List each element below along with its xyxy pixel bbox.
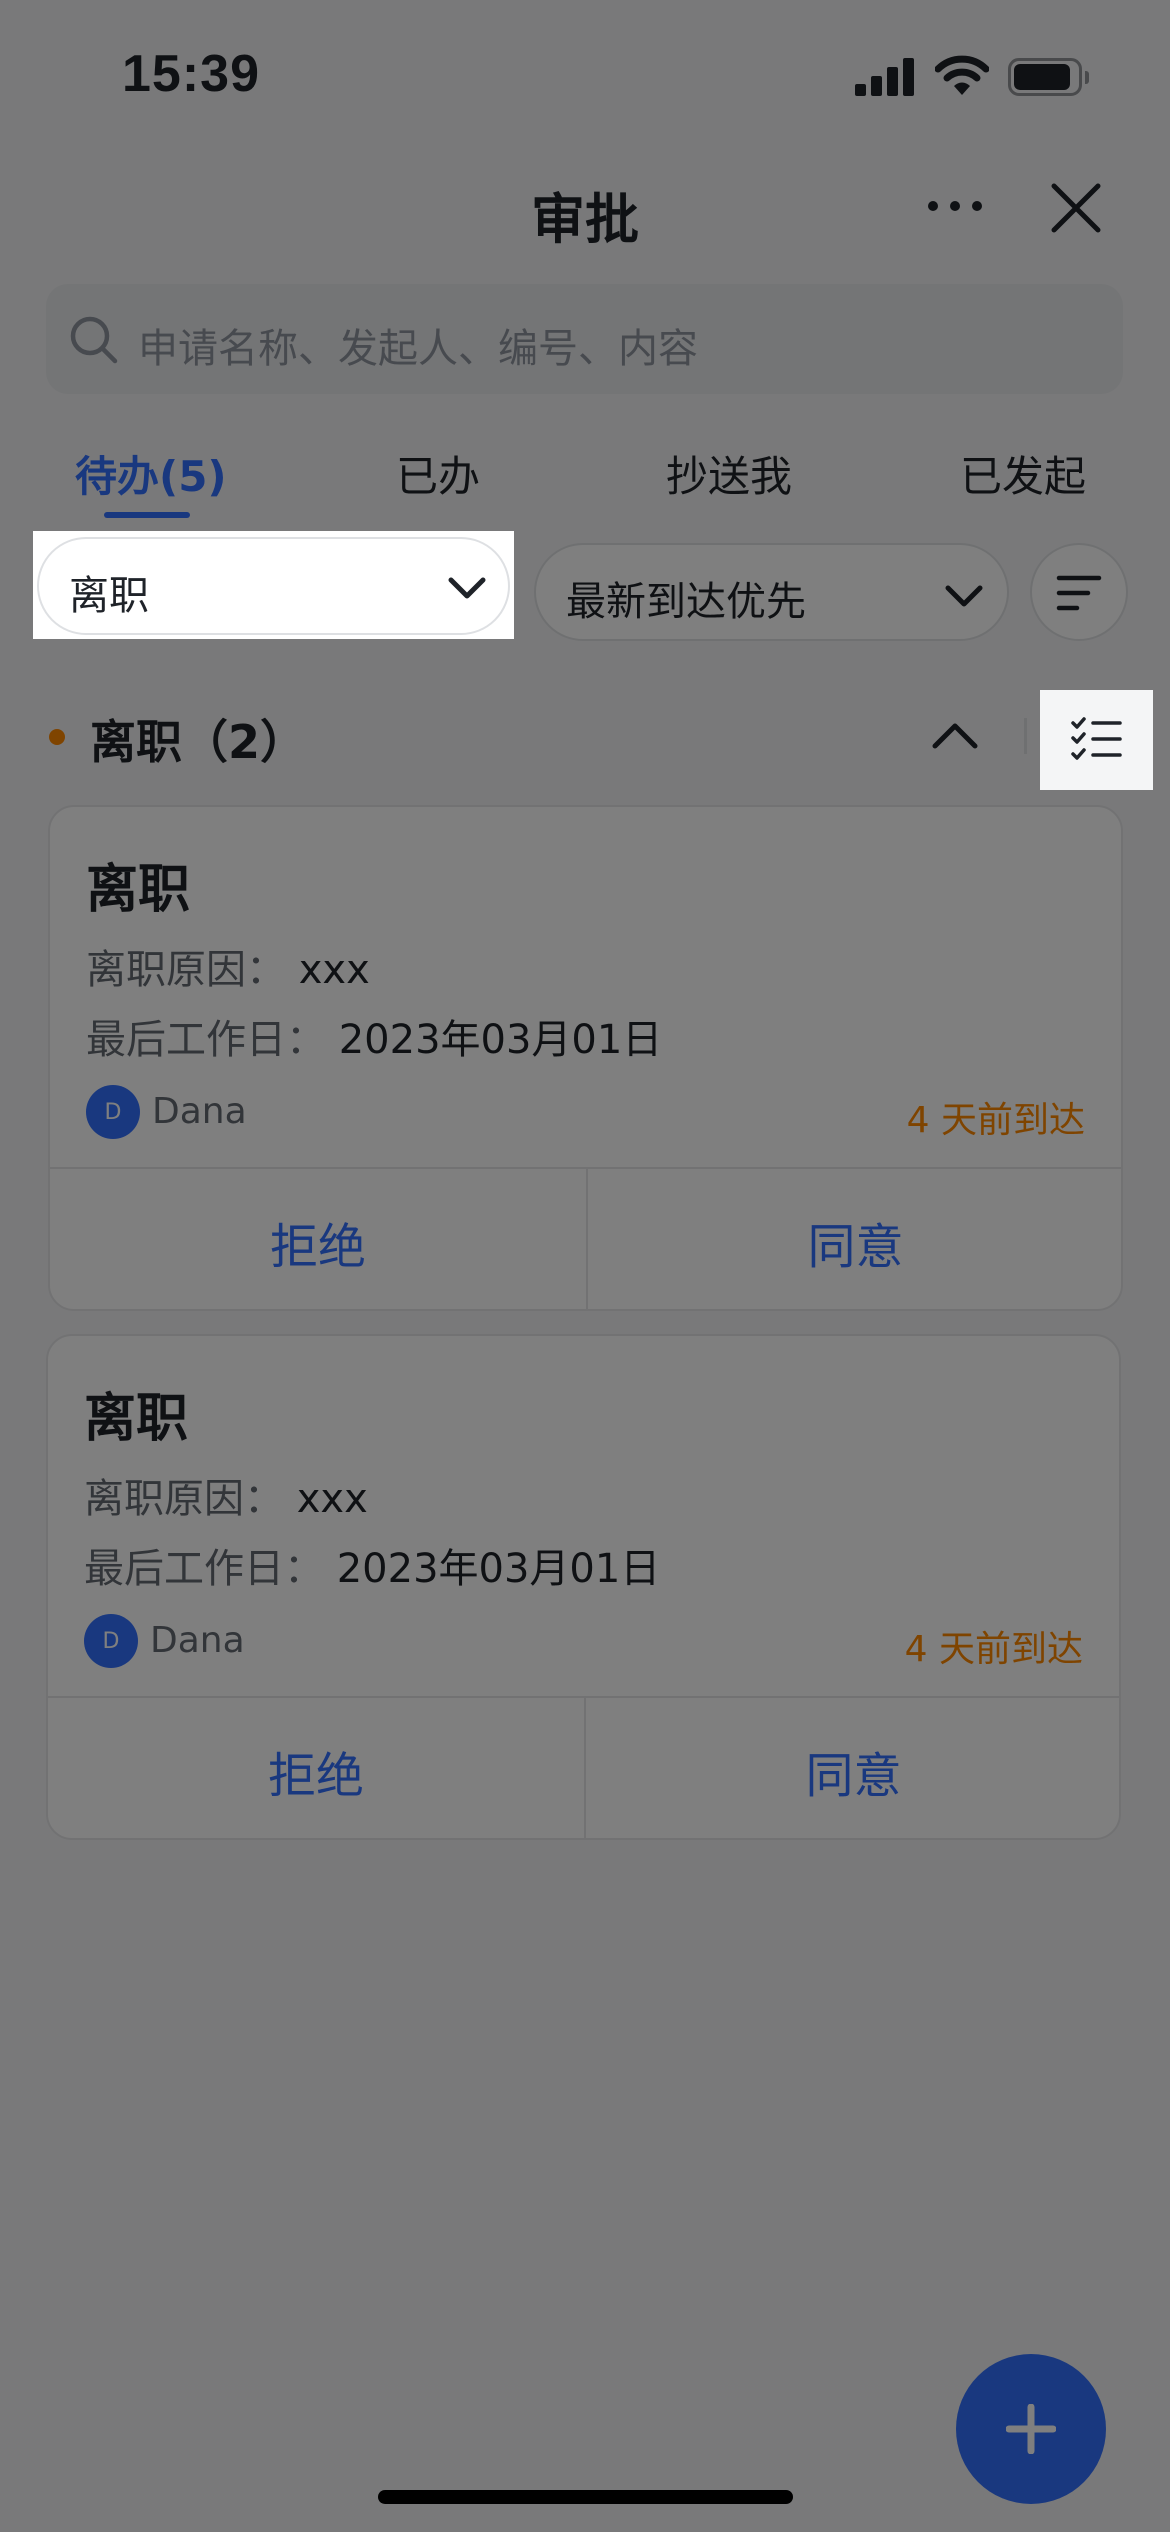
home-indicator <box>378 2490 793 2504</box>
type-filter-dropdown[interactable]: 离职 <box>37 537 510 635</box>
guide-overlay[interactable] <box>0 0 1170 2532</box>
batch-select-button[interactable] <box>1040 690 1153 790</box>
type-filter-highlight: 离职 <box>33 531 514 639</box>
chevron-down-icon <box>448 577 486 599</box>
type-filter-value: 离职 <box>69 573 149 619</box>
batch-list-icon <box>1071 717 1122 760</box>
